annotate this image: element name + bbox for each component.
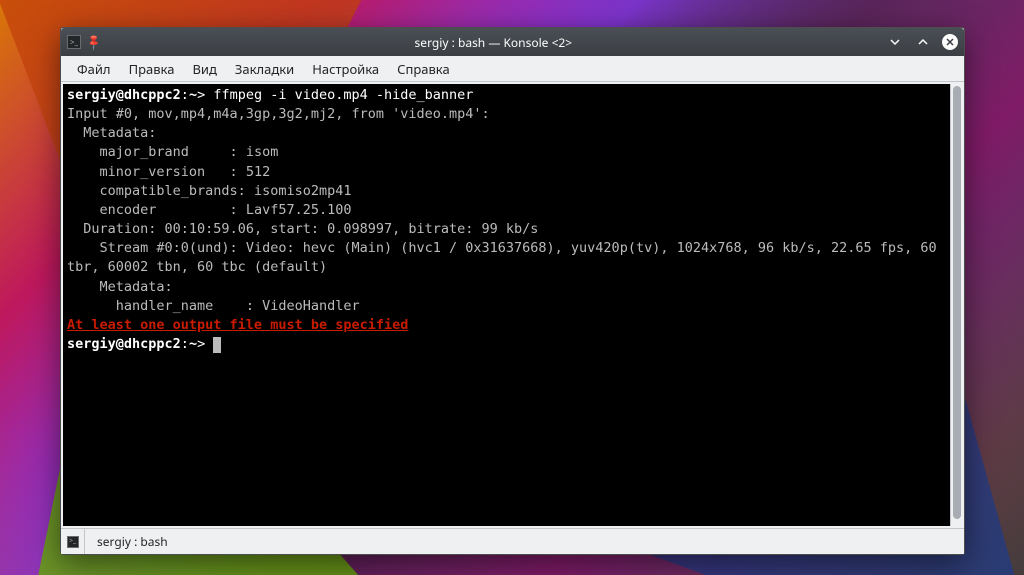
output-line: minor_version : 512 [67,164,270,180]
window-titlebar[interactable]: >_ 📌 sergiy : bash — Konsole <2> [61,28,964,56]
chevron-up-icon [917,36,929,48]
menu-help[interactable]: Справка [389,57,458,81]
maximize-button[interactable] [914,33,932,51]
output-line: Metadata: [67,279,173,295]
menu-edit[interactable]: Правка [121,57,183,81]
prompt-user: sergiy@dhcppc2 [67,87,181,103]
output-line: Duration: 00:10:59.06, start: 0.098997, … [67,221,538,237]
konsole-window: >_ 📌 sergiy : bash — Konsole <2> Файл Пр… [60,27,965,555]
menu-view[interactable]: Вид [184,57,224,81]
app-menu-icon[interactable]: >_ [67,35,81,49]
new-tab-button[interactable]: >_ [61,529,85,554]
scrollbar-thumb[interactable] [953,86,961,519]
tab-session[interactable]: sergiy : bash [85,529,288,554]
error-line: At least one output file must be specifi… [67,317,408,333]
terminal-cursor [213,337,221,353]
minimize-button[interactable] [886,33,904,51]
terminal-icon: >_ [67,536,79,548]
output-line: Input #0, mov,mp4,m4a,3gp,3g2,mj2, from … [67,106,490,122]
command-text: ffmpeg -i video.mp4 -hide_banner [205,87,473,103]
menu-bookmarks[interactable]: Закладки [227,57,302,81]
output-line: encoder : Lavf57.25.100 [67,202,351,218]
menu-file[interactable]: Файл [69,57,119,81]
tab-bar: >_ sergiy : bash [61,528,964,554]
chevron-down-icon [889,36,901,48]
close-button[interactable] [942,34,958,50]
menubar: Файл Правка Вид Закладки Настройка Справ… [61,56,964,82]
tab-label: sergiy : bash [97,533,168,550]
output-line: Metadata: [67,125,156,141]
output-line: handler_name : VideoHandler [67,298,360,314]
output-line: compatible_brands: isomiso2mp41 [67,183,351,199]
vertical-scrollbar[interactable] [950,84,962,526]
prompt-user: sergiy@dhcppc2 [67,336,181,352]
close-icon [945,37,955,47]
terminal-output[interactable]: sergiy@dhcppc2:~> ffmpeg -i video.mp4 -h… [63,84,950,526]
output-line: major_brand : isom [67,144,278,160]
menu-settings[interactable]: Настройка [304,57,387,81]
window-title: sergiy : bash — Konsole <2> [101,34,886,51]
output-line: Stream #0:0(und): Video: hevc (Main) (hv… [67,240,945,275]
